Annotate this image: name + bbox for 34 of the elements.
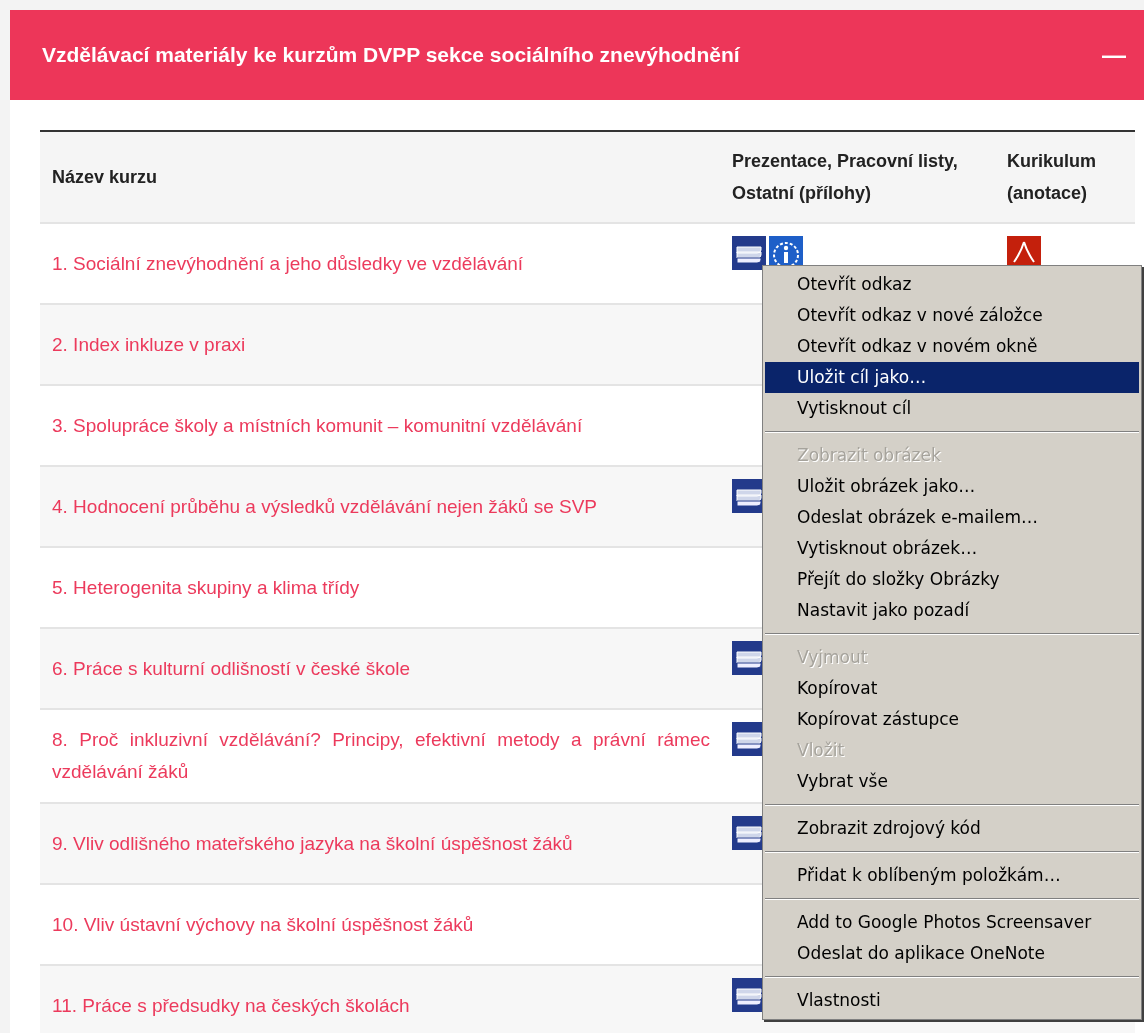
menu-item[interactable]: Přejít do složky Obrázky: [765, 564, 1139, 595]
menu-item[interactable]: Zobrazit zdrojový kód: [765, 813, 1139, 844]
menu-item[interactable]: Otevřít odkaz v nové záložce: [765, 300, 1139, 331]
column-header: Prezentace, Pracovní listy, Ostatní (přílohy): [731, 150, 959, 205]
course-link[interactable]: 2. Index inkluze v praxi: [52, 328, 710, 361]
menu-item[interactable]: Otevřít odkaz v novém okně: [765, 331, 1139, 362]
menu-item[interactable]: Uložit obrázek jako…: [765, 471, 1139, 502]
menu-item[interactable]: Nastavit jako pozadí: [765, 595, 1139, 626]
column-header: Název kurzu: [51, 166, 159, 189]
menu-item[interactable]: Otevřít odkaz: [765, 269, 1139, 300]
collapse-button[interactable]: —: [1102, 37, 1126, 73]
document-stack-icon[interactable]: [732, 236, 766, 270]
menu-item[interactable]: Uložit cíl jako…: [765, 362, 1139, 393]
menu-item[interactable]: Kopírovat zástupce: [765, 704, 1139, 735]
course-link[interactable]: 3. Spolupráce školy a místních komunit – komunitní vzdělávání: [52, 409, 710, 442]
course-link[interactable]: 5. Heterogenita skupiny a klima třídy: [52, 571, 710, 604]
menu-item[interactable]: Odeslat do aplikace OneNote: [765, 938, 1139, 969]
menu-item[interactable]: Vytisknout cíl: [765, 393, 1139, 424]
course-link[interactable]: 6. Práce s kulturní odlišností v české škole: [52, 652, 710, 685]
menu-item[interactable]: Vytisknout obrázek…: [765, 533, 1139, 564]
menu-item[interactable]: Kopírovat: [765, 673, 1139, 704]
menu-item[interactable]: Přidat k oblíbeným položkám…: [765, 860, 1139, 891]
menu-item[interactable]: Vybrat vše: [765, 766, 1139, 797]
course-link[interactable]: 4. Hodnocení průběhu a výsledků vzdělávání nejen žáků se SVP: [52, 490, 710, 523]
column-header: Kurikulum (anotace): [1006, 150, 1097, 205]
menu-item[interactable]: Vlastnosti: [765, 985, 1139, 1016]
course-link[interactable]: 1. Sociální znevýhodnění a jeho důsledky ve vzdělávání: [52, 247, 710, 280]
menu-item[interactable]: Odeslat obrázek e-mailem…: [765, 502, 1139, 533]
menu-item[interactable]: Add to Google Photos Screensaver: [765, 907, 1139, 938]
course-link[interactable]: 11. Práce s předsudky na českých školách: [52, 989, 710, 1022]
course-link[interactable]: 8. Proč inkluzivní vzdělávání? Principy, efektivní metody a právní rámec vzdělávání žáků: [52, 724, 710, 788]
panel-title: Vzdělávací materiály ke kurzům DVPP sekce sociálního znevýhodnění: [42, 42, 740, 69]
course-link[interactable]: 10. Vliv ústavní výchovy na školní úspěšnost žáků: [52, 908, 710, 941]
course-link[interactable]: 9. Vliv odlišného mateřského jazyka na školní úspěšnost žáků: [52, 827, 710, 860]
